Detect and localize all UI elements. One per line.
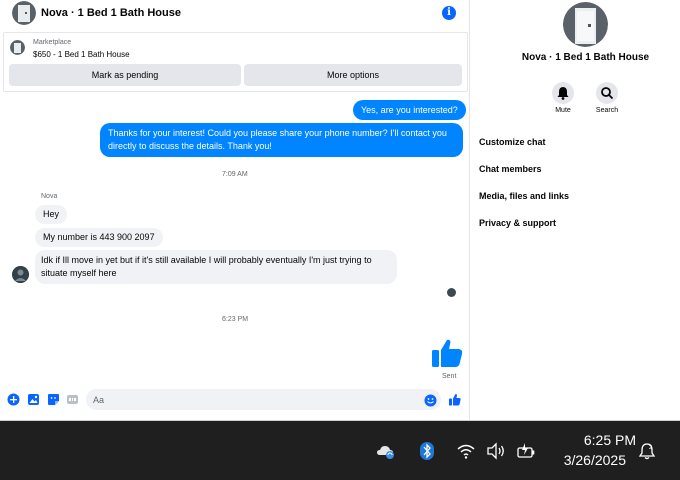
sticker-icon[interactable]: [47, 393, 60, 406]
bell-icon: [557, 87, 569, 100]
thumbs-up-icon[interactable]: [430, 338, 464, 368]
taskbar: 6:25 PM 3/26/2025 z: [0, 421, 680, 480]
sender-name: Nova: [41, 193, 58, 200]
info-icon[interactable]: i: [442, 6, 456, 20]
sender-avatar[interactable]: [12, 266, 29, 283]
notification-bell-icon[interactable]: z: [637, 442, 657, 460]
message-input[interactable]: [86, 389, 441, 410]
wifi-icon[interactable]: [456, 442, 476, 460]
message-list[interactable]: Yes, are you interested? Thanks for your…: [0, 92, 470, 387]
app-window: Nova · 1 Bed 1 Bath House i Marketplace …: [0, 0, 680, 480]
listing-thumbnail[interactable]: [10, 40, 25, 55]
battery-charging-icon[interactable]: [516, 442, 536, 460]
mute-button[interactable]: [552, 82, 574, 104]
listing-source: Marketplace: [33, 39, 72, 46]
outgoing-message[interactable]: Thanks for your interest! Could you plea…: [100, 123, 463, 157]
details-title: Nova · 1 Bed 1 Bath House: [521, 52, 650, 63]
gif-icon[interactable]: [66, 393, 79, 406]
send-like-icon[interactable]: [448, 393, 461, 406]
seen-indicator-avatar: [447, 288, 456, 297]
message-composer: [0, 387, 470, 414]
plus-icon[interactable]: [7, 393, 20, 406]
photo-icon[interactable]: [27, 393, 40, 406]
bluetooth-icon[interactable]: [417, 442, 437, 460]
listing-price-title[interactable]: $650 - 1 Bed 1 Bath House: [33, 50, 130, 59]
clock-time[interactable]: 6:25 PM: [556, 432, 636, 448]
sent-status: Sent: [442, 373, 457, 380]
conversation-details-pane: Nova · 1 Bed 1 Bath House Mute Search Cu…: [471, 0, 680, 420]
mute-label: Mute: [555, 107, 571, 114]
marketplace-listing-card: Marketplace $650 - 1 Bed 1 Bath House Ma…: [3, 32, 468, 92]
search-label: Search: [595, 107, 619, 114]
menu-item-customize-chat[interactable]: Customize chat: [479, 137, 546, 147]
incoming-message[interactable]: Idk if Ill move in yet but if it's still…: [35, 250, 397, 284]
onedrive-sync-icon[interactable]: [376, 442, 396, 460]
message-timestamp: 6:23 PM: [222, 316, 249, 323]
search-icon: [601, 87, 614, 100]
message-timestamp: 7:09 AM: [222, 171, 248, 178]
conversation-title[interactable]: Nova · 1 Bed 1 Bath House: [41, 7, 181, 19]
menu-item-media-files-links[interactable]: Media, files and links: [479, 191, 569, 201]
search-button[interactable]: [596, 82, 618, 104]
more-options-button[interactable]: More options: [244, 64, 462, 86]
svg-text:z: z: [649, 444, 652, 451]
clock-date[interactable]: 3/26/2025: [546, 452, 626, 468]
volume-icon[interactable]: [486, 442, 506, 460]
chat-header: Nova · 1 Bed 1 Bath House i: [0, 0, 470, 30]
chat-pane: Nova · 1 Bed 1 Bath House i Marketplace …: [0, 0, 470, 420]
conversation-avatar[interactable]: [12, 1, 36, 25]
emoji-icon[interactable]: [424, 394, 437, 407]
outgoing-message[interactable]: Yes, are you interested?: [353, 100, 466, 120]
mark-as-pending-button[interactable]: Mark as pending: [9, 64, 241, 86]
incoming-message[interactable]: Hey: [35, 205, 68, 224]
details-avatar[interactable]: [563, 2, 608, 47]
incoming-message[interactable]: My number is 443 900 2097: [35, 228, 163, 247]
menu-item-privacy-support[interactable]: Privacy & support: [479, 218, 556, 228]
menu-item-chat-members[interactable]: Chat members: [479, 164, 542, 174]
